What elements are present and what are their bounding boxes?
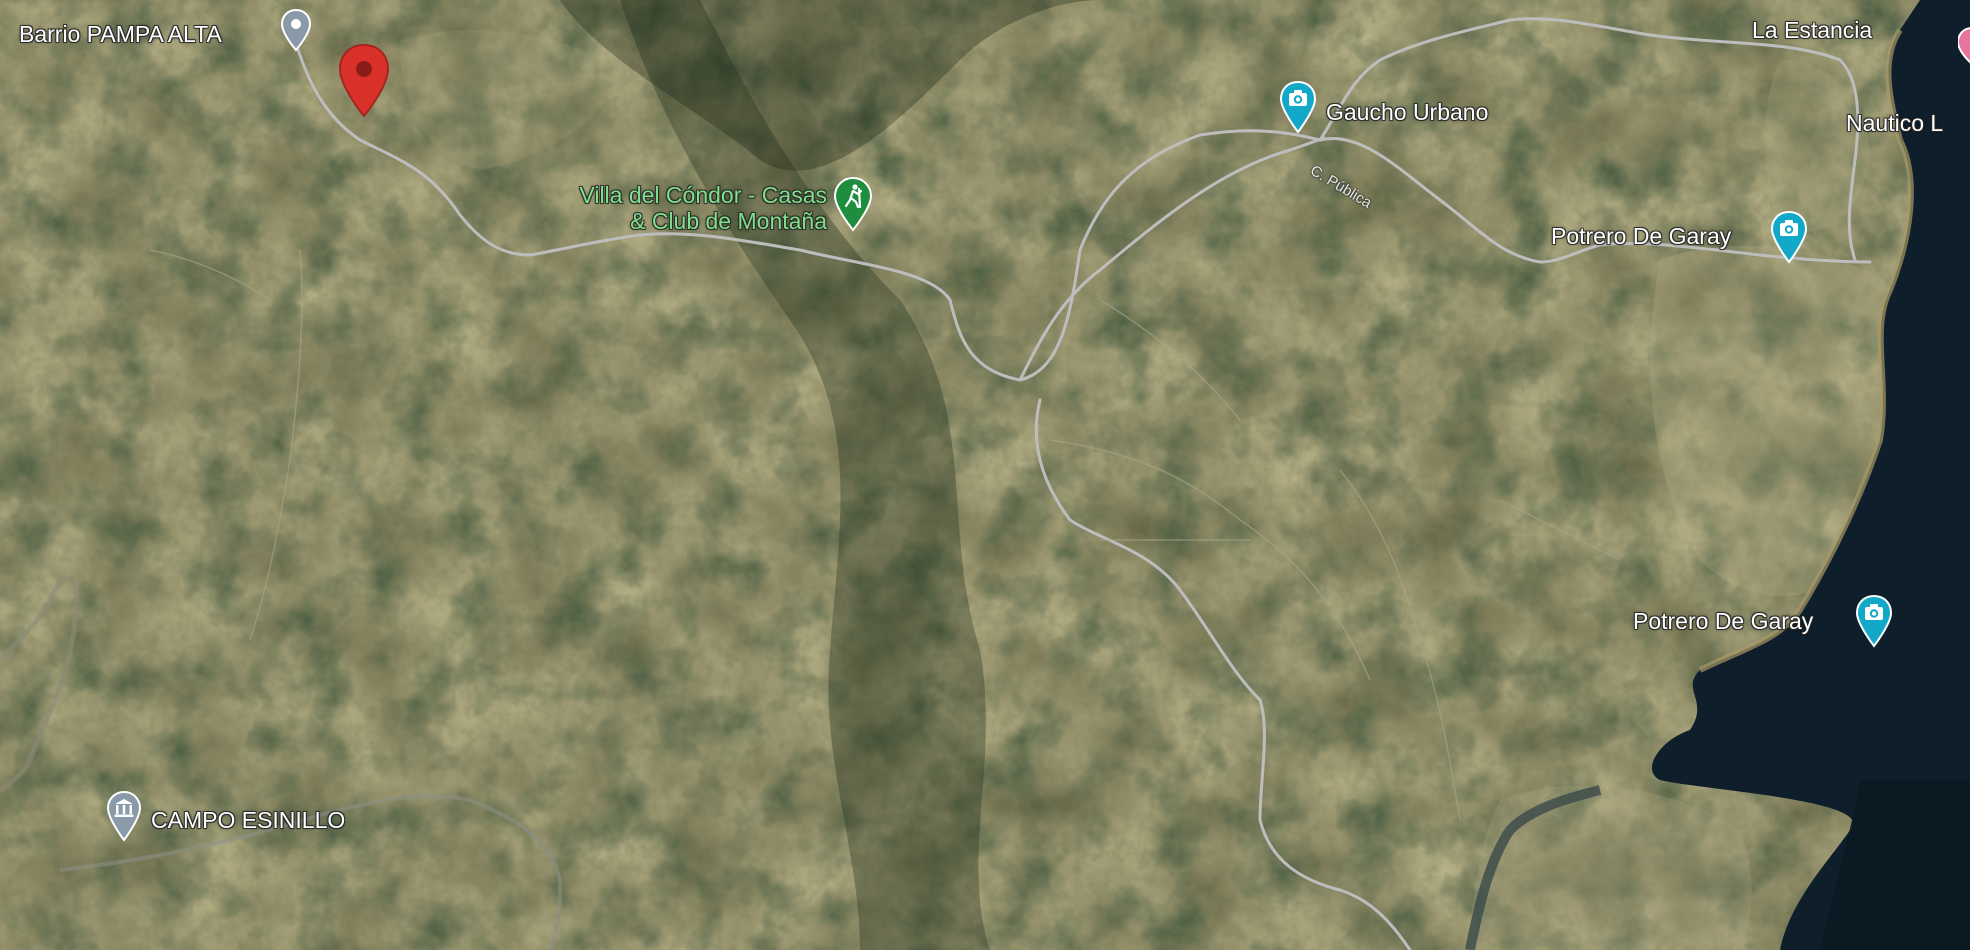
camera-icon[interactable]: [1770, 210, 1808, 264]
camera-icon[interactable]: [1855, 594, 1893, 648]
place-label-la-estancia[interactable]: La Estancia: [1752, 17, 1872, 44]
map-canvas[interactable]: Barrio PAMPA ALTA La Estancia Gaucho Urb…: [0, 0, 1970, 950]
place-label-potrero-de-garay[interactable]: Potrero De Garay: [1633, 608, 1813, 635]
location-pin-icon[interactable]: [280, 8, 312, 52]
place-label-nautico[interactable]: Nautico L: [1846, 110, 1943, 137]
location-pin-icon[interactable]: [1958, 26, 1970, 66]
hiking-icon[interactable]: [833, 176, 873, 232]
place-label-potrero-de-garay[interactable]: Potrero De Garay: [1551, 223, 1731, 250]
museum-icon[interactable]: [106, 790, 142, 842]
place-label-barrio-pampa-alta[interactable]: Barrio PAMPA ALTA: [19, 21, 222, 48]
villa-del-condor-line1: Villa del Cóndor - Casas: [579, 182, 827, 208]
place-label-gaucho-urbano[interactable]: Gaucho Urbano: [1326, 99, 1488, 126]
villa-del-condor-line2: & Club de Montaña: [630, 208, 827, 234]
place-label-villa-del-condor[interactable]: Villa del Cóndor - Casas & Club de Monta…: [523, 182, 827, 234]
camera-icon[interactable]: [1279, 80, 1317, 134]
place-label-campo-esinillo[interactable]: CAMPO ESINILLO: [151, 807, 345, 834]
red-location-pin-icon[interactable]: [336, 42, 392, 120]
